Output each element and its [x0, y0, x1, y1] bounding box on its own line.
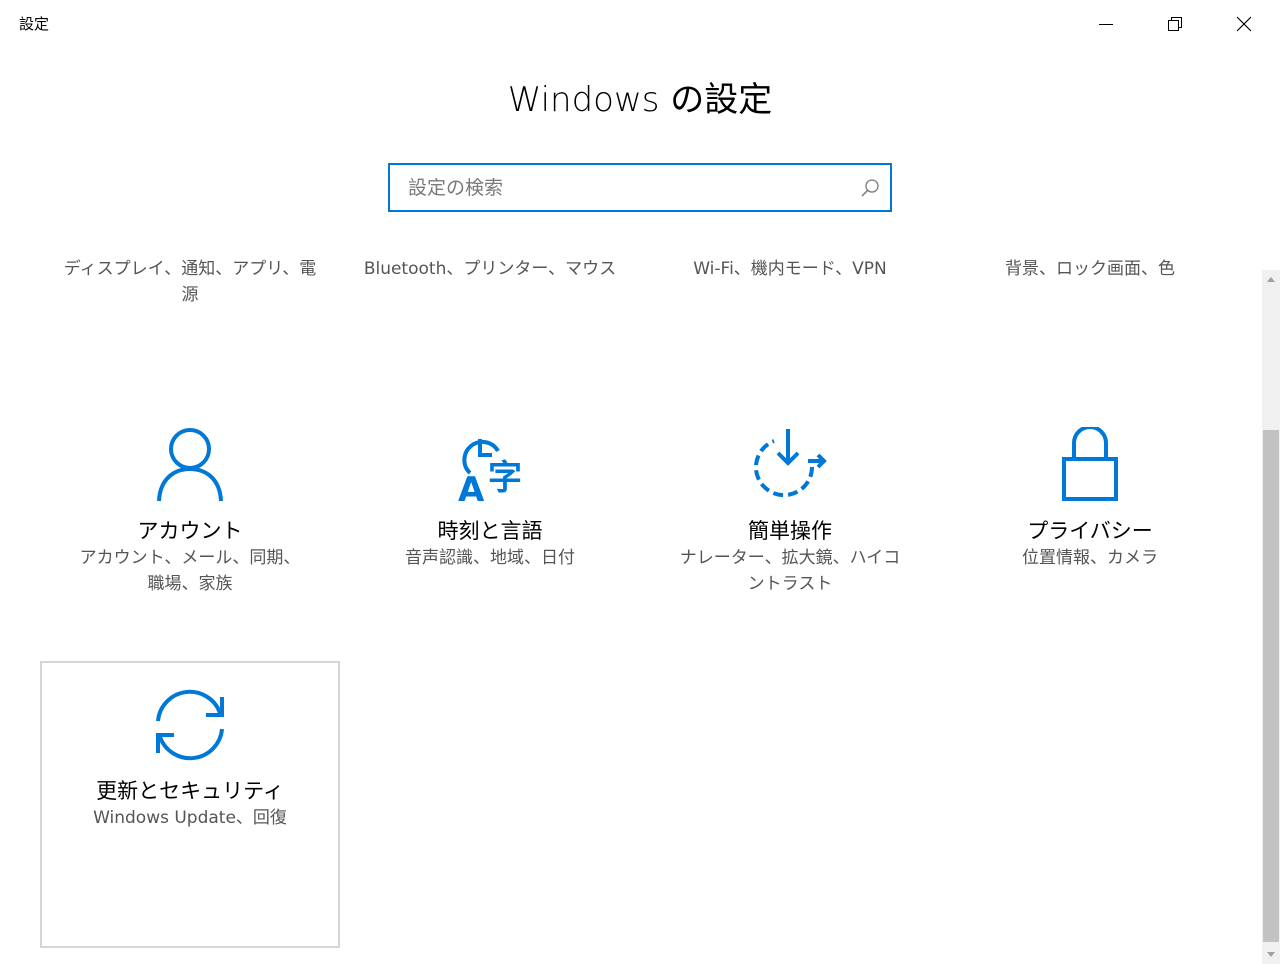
settings-grid: ディスプレイ、通知、アプリ、電源 Bluetooth、プリンター、マウス Wi-… — [0, 238, 1262, 964]
scroll-down-button[interactable] — [1262, 946, 1280, 964]
restore-icon — [1168, 17, 1182, 31]
chevron-down-icon — [1267, 952, 1275, 957]
lock-icon — [1062, 427, 1118, 501]
tile-name: プライバシー — [1027, 519, 1153, 543]
vertical-scrollbar[interactable] — [1262, 270, 1280, 964]
search-input[interactable] — [390, 165, 868, 210]
tile-name: 時刻と言語 — [437, 519, 543, 543]
tile-desc: Windows Update、回復 — [93, 808, 287, 828]
ease-of-access-icon — [754, 429, 827, 498]
time-language-icon: A 字 — [458, 439, 522, 503]
tile-name: 更新とセキュリティ — [96, 779, 284, 803]
person-icon — [157, 428, 223, 502]
svg-text:字: 字 — [488, 458, 522, 498]
search-icon[interactable] — [860, 178, 880, 198]
tile-desc: アカウント、メール、同期、職場、家族 — [79, 548, 301, 594]
restore-button[interactable] — [1141, 0, 1209, 48]
tile-accounts[interactable]: アカウント アカウント、メール、同期、職場、家族 — [40, 401, 340, 688]
tile-ease-of-access[interactable]: 簡単操作 ナレーター、拡大鏡、ハイコントラスト — [640, 401, 940, 688]
tile-name: 簡単操作 — [748, 519, 832, 543]
search-box[interactable] — [388, 163, 892, 212]
tile-desc: ナレーター、拡大鏡、ハイコントラスト — [679, 548, 901, 594]
tile-desc-system: ディスプレイ、通知、アプリ、電源 — [63, 259, 317, 305]
tile-update-security[interactable]: 更新とセキュリティ Windows Update、回復 — [40, 661, 340, 948]
minimize-button[interactable] — [1072, 0, 1140, 48]
chevron-up-icon — [1267, 277, 1275, 282]
update-sync-icon — [156, 689, 224, 761]
clipped-tile-row: ディスプレイ、通知、アプリ、電源 Bluetooth、プリンター、マウス Wi-… — [0, 238, 1262, 308]
scroll-up-button[interactable] — [1262, 270, 1280, 288]
title-bar: 設定 — [0, 0, 1280, 48]
scrollbar-thumb[interactable] — [1263, 430, 1279, 942]
tile-desc: 音声認識、地域、日付 — [405, 548, 575, 568]
tile-desc-personalization: 背景、ロック画面、色 — [1005, 259, 1175, 279]
tile-desc-devices: Bluetooth、プリンター、マウス — [363, 259, 617, 279]
close-button[interactable] — [1210, 0, 1278, 48]
close-icon — [1236, 16, 1252, 32]
minimize-icon — [1099, 24, 1113, 25]
svg-text:A: A — [458, 470, 485, 503]
tile-time-language[interactable]: A 字 時刻と言語 音声認識、地域、日付 — [340, 401, 640, 688]
tile-name: アカウント — [137, 519, 243, 543]
tile-desc-network: Wi-Fi、機内モード、VPN — [693, 259, 887, 279]
page-title: Windows の設定 — [507, 80, 773, 120]
tile-privacy[interactable]: プライバシー 位置情報、カメラ — [940, 401, 1240, 688]
tile-desc: 位置情報、カメラ — [1022, 548, 1158, 568]
app-title: 設定 — [19, 15, 50, 33]
